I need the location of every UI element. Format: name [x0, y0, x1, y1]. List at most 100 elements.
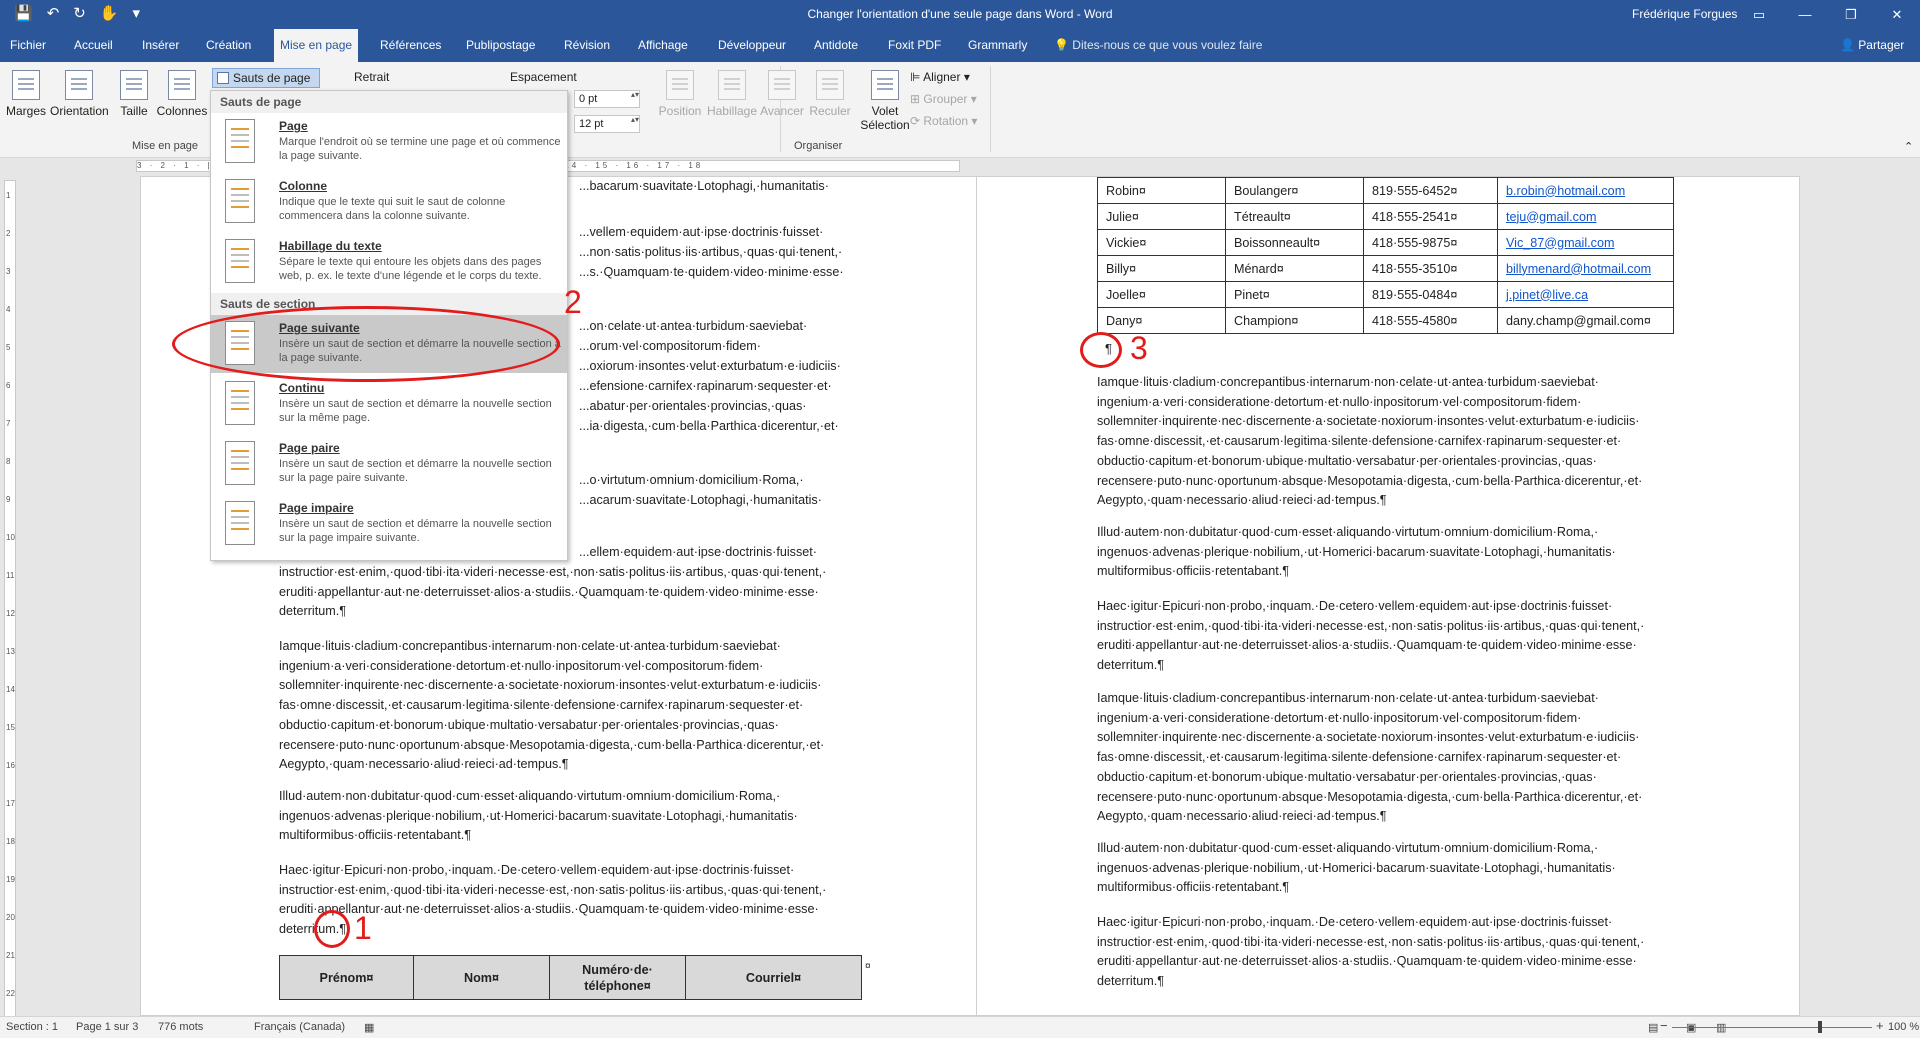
table-cell[interactable]: teju@gmail.com	[1497, 203, 1674, 230]
table-cell[interactable]: Joelle¤	[1097, 281, 1226, 308]
rotate-button[interactable]: ⟳ Rotation ▾	[910, 114, 977, 128]
tab-publipostage[interactable]: Publipostage	[460, 29, 541, 62]
vertical-ruler[interactable]: 1 2 3 4 5 6 7 8 9 10 11 12 13 14 15 16 1…	[4, 180, 16, 1025]
menu-item-continuous[interactable]: Continu Insère un saut de section et dém…	[211, 375, 567, 433]
menu-item-odd-page[interactable]: Page impaire Insère un saut de section e…	[211, 495, 567, 553]
status-word-count[interactable]: 776 mots	[158, 1021, 203, 1033]
columns-button[interactable]: Colonnes	[156, 70, 208, 118]
selection-pane-button[interactable]: Volet Sélection	[860, 70, 910, 132]
vruler-tick: 18	[6, 837, 15, 846]
tab-fichier[interactable]: Fichier	[4, 29, 52, 62]
align-button[interactable]: ⊫ Aligner ▾	[910, 70, 970, 84]
read-mode-icon[interactable]: ▤	[1648, 1021, 1658, 1034]
table-cell[interactable]: Dany¤	[1097, 307, 1226, 334]
zoom-slider[interactable]	[1672, 1027, 1872, 1028]
zoom-in-button[interactable]: +	[1876, 1018, 1884, 1033]
user-name[interactable]: Frédérique Forgues	[1632, 7, 1737, 21]
table-row[interactable]: Dany¤ Champion¤ 418·555-4580¤ dany.champ@gm…	[1097, 307, 1674, 334]
breaks-button[interactable]: Sauts de page ▾	[212, 68, 320, 103]
ribbon-display-icon[interactable]: ▭	[1736, 0, 1782, 29]
table-cell[interactable]: dany.champ@gmail.com¤	[1497, 307, 1674, 334]
restore-button[interactable]: ❐	[1828, 0, 1874, 29]
table-header-cell[interactable]: Prénom¤	[279, 955, 414, 1000]
table-cell[interactable]: Julie¤	[1097, 203, 1226, 230]
table-cell[interactable]: Ménard¤	[1225, 255, 1364, 282]
table-cell[interactable]: Robin¤	[1097, 177, 1226, 204]
tab-developpeur[interactable]: Développeur	[712, 29, 792, 62]
spacing-after-input[interactable]: 12 pt	[574, 115, 640, 133]
size-button[interactable]: Taille	[116, 70, 152, 118]
table-cell[interactable]: billymenard@hotmail.com	[1497, 255, 1674, 282]
zoom-level[interactable]: 100 %	[1888, 1021, 1919, 1033]
tab-antidote[interactable]: Antidote	[808, 29, 864, 62]
table-row[interactable]: Robin¤ Boulanger¤ 819·555-6452¤ b.robin@hot…	[1097, 177, 1674, 204]
tab-inserer[interactable]: Insérer	[136, 29, 185, 62]
wrap-text-button[interactable]: Habillage	[706, 70, 758, 118]
table-header-cell[interactable]: Courriel¤	[685, 955, 862, 1000]
send-backward-button[interactable]: Reculer	[804, 70, 856, 118]
table-row[interactable]: Billy¤ Ménard¤ 418·555-3510¤ billymenard@ho…	[1097, 255, 1674, 282]
table-cell[interactable]: 418·555-4580¤	[1363, 307, 1498, 334]
tab-affichage[interactable]: Affichage	[632, 29, 694, 62]
table-row[interactable]: Joelle¤ Pinet¤ 819·555-0484¤ j.pinet@live.c…	[1097, 281, 1674, 308]
email-link[interactable]: billymenard@hotmail.com	[1506, 262, 1651, 276]
table-cell[interactable]: Pinet¤	[1225, 281, 1364, 308]
tab-mise-en-page[interactable]: Mise en page	[274, 29, 359, 62]
page-right[interactable]: Robin¤ Boulanger¤ 819·555-6452¤ b.robin@hot…	[976, 176, 1800, 1016]
table-cell[interactable]: j.pinet@live.ca	[1497, 281, 1674, 308]
table-cell[interactable]: Boulanger¤	[1225, 177, 1364, 204]
table-cell[interactable]: Champion¤	[1225, 307, 1364, 334]
table-cell[interactable]: 418·555-9875¤	[1363, 229, 1498, 256]
email-link[interactable]: teju@gmail.com	[1506, 210, 1596, 224]
email-link[interactable]: Vic_87@gmail.com	[1506, 236, 1614, 250]
share-button[interactable]: 👤 Partager	[1840, 29, 1904, 62]
menu-item-even-page[interactable]: Page paire Insère un saut de section et …	[211, 435, 567, 493]
macro-record-icon[interactable]: ▦	[364, 1021, 374, 1034]
position-button[interactable]: Position	[654, 70, 706, 118]
status-language[interactable]: Français (Canada)	[254, 1021, 345, 1033]
tab-foxit-pdf[interactable]: Foxit PDF	[882, 29, 947, 62]
email-link[interactable]: b.robin@hotmail.com	[1506, 184, 1625, 198]
email-link[interactable]: j.pinet@live.ca	[1506, 288, 1588, 302]
table-header-cell[interactable]: Nom¤	[413, 955, 550, 1000]
annotation-ellipse-2	[172, 306, 560, 382]
table-cell[interactable]: Tétreault¤	[1225, 203, 1364, 230]
menu-item-column[interactable]: Colonne Indique que le texte qui suit le…	[211, 173, 567, 231]
zoom-out-button[interactable]: −	[1660, 1018, 1668, 1033]
table-row[interactable]: Vickie¤ Boissonneault¤ 418·555-9875¤ Vic_87…	[1097, 229, 1674, 256]
rotate-icon: ⟳	[910, 114, 924, 128]
collapse-ribbon-icon[interactable]: ⌃	[1904, 140, 1913, 153]
group-button[interactable]: ⊞ Grouper ▾	[910, 92, 977, 106]
table-cell[interactable]: b.robin@hotmail.com	[1497, 177, 1674, 204]
contacts-table-header[interactable]: Prénom¤ Nom¤ Numéro·de· téléphone¤ Courr…	[279, 955, 862, 1000]
status-section[interactable]: Section : 1	[6, 1021, 58, 1033]
tab-creation[interactable]: Création	[200, 29, 257, 62]
margins-button[interactable]: Marges	[6, 70, 46, 118]
paragraph: Iamque·lituis·cladium·concrepantibus·int…	[279, 639, 825, 772]
tab-accueil[interactable]: Accueil	[68, 29, 119, 62]
close-button[interactable]: ✕	[1874, 0, 1920, 29]
tab-references[interactable]: Références	[374, 29, 447, 62]
contacts-table[interactable]: Robin¤ Boulanger¤ 819·555-6452¤ b.robin@hot…	[1097, 177, 1674, 334]
table-cell[interactable]: Billy¤	[1097, 255, 1226, 282]
table-cell[interactable]: Vickie¤	[1097, 229, 1226, 256]
table-cell[interactable]: 819·555-0484¤	[1363, 281, 1498, 308]
minimize-button[interactable]: —	[1782, 0, 1828, 29]
table-cell[interactable]: 819·555-6452¤	[1363, 177, 1498, 204]
tab-grammarly[interactable]: Grammarly	[962, 29, 1033, 62]
spacing-before-input[interactable]: 0 pt	[574, 90, 640, 108]
table-cell[interactable]: 418·555-2541¤	[1363, 203, 1498, 230]
table-row[interactable]: Julie¤ Tétreault¤ 418·555-2541¤ teju@gmail.…	[1097, 203, 1674, 230]
orientation-button[interactable]: Orientation	[50, 70, 109, 118]
table-header-cell[interactable]: Numéro·de· téléphone¤	[549, 955, 686, 1000]
tab-revision[interactable]: Révision	[558, 29, 616, 62]
bring-forward-button[interactable]: Avancer	[756, 70, 808, 118]
table-cell[interactable]: Boissonneault¤	[1225, 229, 1364, 256]
menu-item-page[interactable]: Page Marque l'endroit où se termine une …	[211, 113, 567, 171]
zoom-slider-thumb[interactable]	[1818, 1021, 1822, 1033]
table-cell[interactable]: 418·555-3510¤	[1363, 255, 1498, 282]
table-cell[interactable]: Vic_87@gmail.com	[1497, 229, 1674, 256]
menu-item-text-wrapping[interactable]: Habillage du texte Sépare le texte qui e…	[211, 233, 567, 291]
tell-me-search[interactable]: 💡 Dites-nous ce que vous voulez faire	[1054, 29, 1262, 62]
status-page[interactable]: Page 1 sur 3	[76, 1021, 138, 1033]
